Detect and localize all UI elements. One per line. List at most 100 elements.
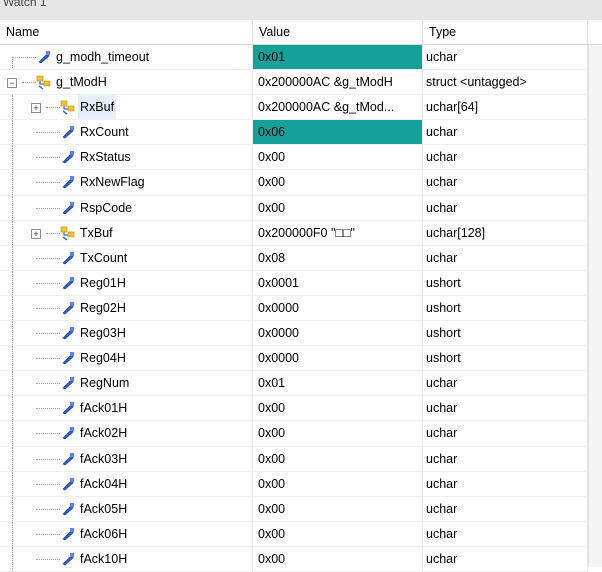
tree-connector [36,307,60,309]
watch-row-name-cell[interactable]: fAck05H [0,496,253,522]
collapse-icon[interactable]: − [7,78,17,89]
watch-row-value[interactable]: 0x0000 [253,346,423,372]
tree-guide-line [12,371,13,396]
watch-row-fack05h[interactable]: fAck05H 0x00 uchar [0,496,602,522]
variable-icon [60,501,76,517]
watch-row-fack01h[interactable]: fAck01H 0x00 uchar [0,396,602,422]
watch-row-name-cell[interactable]: + TxBuf [0,220,253,246]
watch-row-name-cell[interactable]: − g_tModH [0,70,253,96]
watch-row-reg02h[interactable]: Reg02H 0x0000 ushort [0,295,602,322]
watch-row-value[interactable]: 0x200000F0 "□□" [253,220,423,246]
watch-row-value[interactable]: 0x01 [253,45,423,71]
watch-row-value[interactable]: 0x0001 [253,270,423,296]
watch-row-name-cell[interactable]: RxNewFlag [0,170,253,196]
watch-tree: g_modh_timeout 0x01 uchar − g_tModH 0x200000A… [0,45,602,572]
expand-icon[interactable]: + [31,228,41,239]
watch-row-name: RegNum [80,376,130,391]
column-header-name[interactable]: Name [0,20,253,44]
watch-row-fack06h[interactable]: fAck06H 0x00 uchar [0,521,602,547]
watch-row-name-cell[interactable]: fAck04H [0,471,253,497]
watch-row-value[interactable]: 0x0000 [253,295,423,322]
watch-row-value[interactable]: 0x200000AC &g_tModH [253,70,423,96]
watch-window-title: Watch 1 [0,0,602,20]
watch-row-name: fAck06H [80,526,128,541]
variable-icon [60,174,76,190]
tree-guide-line [12,496,13,521]
watch-row-type: uchar [423,170,588,196]
watch-row-value[interactable]: 0x00 [253,195,423,221]
watch-row-regnum[interactable]: RegNum 0x01 uchar [0,371,602,397]
watch-row-name-cell[interactable]: g_modh_timeout [0,45,253,71]
watch-row-name-cell[interactable]: RxCount [0,120,253,146]
watch-row-g_tmodh[interactable]: − g_tModH 0x200000AC &g_tModH struct <untag… [0,70,602,96]
watch-row-value[interactable]: 0x06 [253,120,423,146]
watch-row-type: uchar [423,446,588,472]
watch-row-name: fAck10H [80,551,128,566]
vertical-scrollbar[interactable] [588,45,602,567]
watch-row-name-cell[interactable]: fAck06H [0,521,253,547]
watch-row-type: ushort [423,270,588,296]
tree-connector [36,257,60,259]
watch-row-txcount[interactable]: TxCount 0x08 uchar [0,245,602,271]
tree-connector [36,207,60,209]
watch-row-value[interactable]: 0x200000AC &g_tMod... [253,95,423,121]
struct-icon [36,74,52,90]
watch-row-value[interactable]: 0x00 [253,396,423,422]
tree-guide-line [12,120,13,145]
watch-row-name-cell[interactable]: Reg01H [0,270,253,296]
watch-row-value[interactable]: 0x0000 [253,321,423,347]
watch-row-name-cell[interactable]: fAck03H [0,446,253,472]
watch-row-name-cell[interactable]: RxStatus [0,145,253,171]
watch-row-name-cell[interactable]: fAck02H [0,421,253,447]
watch-row-txbuf[interactable]: + TxBuf 0x200000F0 "□□" uchar[128] [0,220,602,246]
watch-row-value[interactable]: 0x00 [253,145,423,171]
watch-row-rspcode[interactable]: RspCode 0x00 uchar [0,195,602,221]
watch-row-type: uchar [423,521,588,547]
watch-row-name-cell[interactable]: Reg04H [0,346,253,372]
watch-row-rxnewflag[interactable]: RxNewFlag 0x00 uchar [0,170,602,196]
watch-row-name-cell[interactable]: RspCode [0,195,253,221]
watch-row-rxstatus[interactable]: RxStatus 0x00 uchar [0,145,602,171]
watch-row-value[interactable]: 0x00 [253,471,423,497]
watch-row-reg03h[interactable]: Reg03H 0x0000 ushort [0,321,602,347]
watch-row-name-cell[interactable]: Reg03H [0,321,253,347]
tree-connector [36,433,60,435]
watch-row-type: uchar[64] [423,95,588,121]
watch-row-g_modh_timeout[interactable]: g_modh_timeout 0x01 uchar [0,45,602,71]
watch-row-name: fAck02H [80,426,128,441]
tree-connector [36,333,60,335]
watch-row-fack03h[interactable]: fAck03H 0x00 uchar [0,446,602,472]
watch-row-fack10h[interactable]: fAck10H 0x00 uchar [0,546,602,572]
tree-guide-line [12,521,13,546]
expand-icon[interactable]: + [31,103,41,114]
watch-row-name-cell[interactable]: TxCount [0,245,253,271]
watch-row-name-cell[interactable]: Reg02H [0,295,253,322]
watch-row-name-cell[interactable]: fAck01H [0,396,253,422]
watch-row-value[interactable]: 0x00 [253,446,423,472]
tree-connector [36,383,60,385]
watch-row-rxcount[interactable]: RxCount 0x06 uchar [0,120,602,146]
watch-row-value[interactable]: 0x08 [253,245,423,271]
column-header-type[interactable]: Type [423,20,588,44]
tree-connector [36,483,60,485]
watch-row-name-cell[interactable]: + RxBuf [0,95,253,121]
watch-row-reg04h[interactable]: Reg04H 0x0000 ushort [0,346,602,372]
watch-row-name-cell[interactable]: fAck10H [0,546,253,572]
watch-row-value[interactable]: 0x00 [253,421,423,447]
watch-row-value[interactable]: 0x01 [253,371,423,397]
column-header-value[interactable]: Value [253,20,423,44]
watch-row-fack04h[interactable]: fAck04H 0x00 uchar [0,471,602,497]
variable-icon [60,476,76,492]
watch-row-reg01h[interactable]: Reg01H 0x0001 ushort [0,270,602,296]
watch-row-type: ushort [423,295,588,322]
tree-connector [36,558,60,560]
watch-row-value[interactable]: 0x00 [253,496,423,522]
watch-row-rxbuf[interactable]: + RxBuf 0x200000AC &g_tMod... uchar[64] [0,95,602,121]
variable-icon [60,375,76,391]
watch-row-value[interactable]: 0x00 [253,170,423,196]
variable-icon [60,200,76,216]
watch-row-name-cell[interactable]: RegNum [0,371,253,397]
watch-row-value[interactable]: 0x00 [253,546,423,572]
watch-row-value[interactable]: 0x00 [253,521,423,547]
watch-row-fack02h[interactable]: fAck02H 0x00 uchar [0,421,602,447]
